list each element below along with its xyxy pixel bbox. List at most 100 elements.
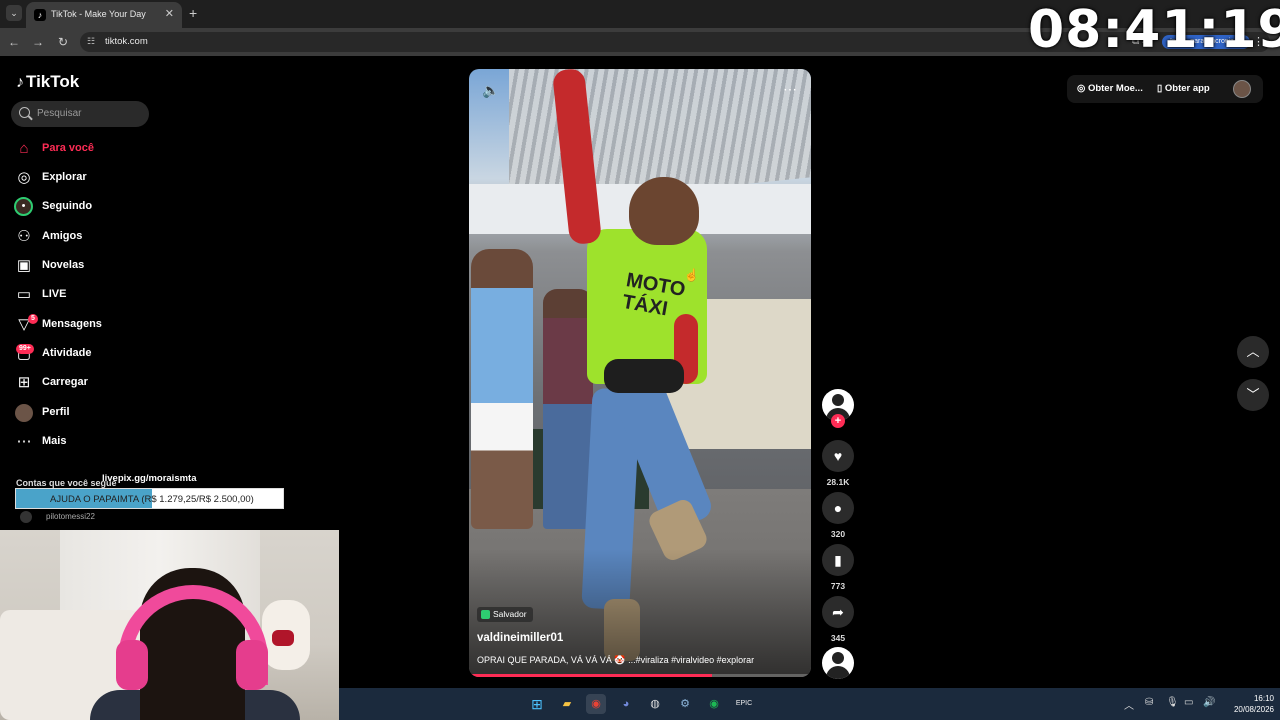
microphone-icon[interactable]: 🎙 [1166, 697, 1179, 708]
tray-chevron-up-icon[interactable]: ︿ [1124, 697, 1134, 712]
tiktok-logo[interactable]: ♪ TikTok [16, 72, 79, 92]
sidebar-item-mensagens[interactable]: ▽ 5 Mensagens [14, 314, 174, 336]
comment-button[interactable]: ● [822, 492, 854, 524]
previous-video-chevron-up-icon[interactable]: ︿ [1237, 336, 1269, 368]
novelas-icon: ▣ [16, 257, 32, 274]
like-button[interactable]: ♥ [822, 440, 854, 472]
video-more-icon[interactable]: ⋯ [783, 81, 798, 98]
save-button[interactable]: ▮ [822, 544, 854, 576]
sidebar-item-para-voce[interactable]: ⌂ Para você [14, 138, 174, 160]
sidebar-item-explorar[interactable]: ◎ Explorar [14, 167, 174, 189]
taskbar-time: 16:10 [1253, 694, 1274, 703]
live-icon: ▭ [16, 286, 32, 303]
sidebar-item-live[interactable]: ▭ LIVE [14, 284, 174, 306]
volume-icon[interactable]: 🔈 [482, 82, 499, 99]
speaker-icon[interactable]: 🔊 [1203, 697, 1215, 708]
video-caption: OPRAI QUE PARADA, VÁ VÁ VÁ 🤡 ...#viraliz… [477, 655, 755, 665]
sidebar-item-atividade[interactable]: ▢ 99+ Atividade [14, 343, 174, 365]
search-placeholder: Pesquisar [37, 108, 82, 119]
get-app-label: Obter app [1164, 83, 1210, 94]
profile-icon [15, 404, 33, 422]
followed-account-name: pilotomessi22 [46, 512, 95, 521]
search-input[interactable]: Pesquisar [11, 101, 149, 127]
location-pin-icon [481, 610, 490, 619]
forward-arrow-icon[interactable]: → [30, 34, 46, 50]
taskbar-date: 20/08/2026 [1233, 705, 1274, 714]
headphone-right-cup [236, 640, 268, 690]
browser-tab-tiktok[interactable]: ♪ TikTok - Make Your Day ✕ [26, 2, 182, 28]
tiktok-favicon-icon: ♪ [34, 9, 46, 21]
sidebar-item-carregar[interactable]: ⊞ Carregar [14, 372, 174, 394]
sidebar-item-label: Mensagens [42, 318, 102, 330]
sidebar-item-novelas[interactable]: ▣ Novelas [14, 255, 174, 277]
music-disc-avatar[interactable] [822, 647, 854, 679]
share-count: 345 [830, 633, 846, 643]
donation-goal-bar: AJUDA O PAPAIMTA (R$ 1.279,25/R$ 2.500,0… [15, 488, 284, 509]
video-dancer-head [629, 177, 699, 245]
new-tab-plus-icon[interactable]: + [189, 5, 197, 21]
home-icon: ⌂ [19, 140, 29, 157]
tiktok-note-icon: ♪ [16, 74, 24, 91]
video-progress-bar[interactable] [469, 674, 811, 677]
video-progress-fill [469, 674, 712, 677]
headphone-left-cup [116, 640, 148, 690]
phone-icon: ▯ [1157, 83, 1165, 94]
sidebar-item-mais[interactable]: ⋯ Mais [14, 431, 174, 453]
sidebar-item-label: Novelas [42, 259, 85, 271]
sidebar-item-label: Para você [42, 142, 94, 154]
next-video-chevron-down-icon[interactable]: ﹀ [1237, 379, 1269, 411]
logo-text: TikTok [26, 72, 80, 91]
compass-icon: ◎ [17, 169, 31, 186]
reload-icon[interactable]: ↻ [55, 34, 71, 50]
friends-icon: ⚇ [17, 228, 31, 245]
taskbar-clock[interactable]: 16:10 20/08/2026 [1226, 693, 1274, 715]
search-icon [19, 107, 30, 118]
follow-plus-icon[interactable]: + [831, 414, 845, 428]
coin-icon: ◎ [1077, 83, 1088, 94]
share-button[interactable]: ➦ [822, 596, 854, 628]
sidebar-item-label: Perfil [42, 406, 70, 418]
get-coins-button[interactable]: ◎ Obter Moe... [1077, 83, 1143, 94]
tab-title: TikTok - Make Your Day [51, 9, 146, 19]
network-icon[interactable]: ▭ [1184, 697, 1193, 708]
location-tag[interactable]: Salvador [477, 607, 533, 622]
like-count: 28.1K [826, 477, 850, 487]
hand-cursor-icon: ☝ [684, 268, 699, 282]
obs-icon[interactable]: ◍ [645, 694, 665, 714]
sidebar-item-amigos[interactable]: ⚇ Amigos [14, 226, 174, 248]
url-text[interactable]: tiktok.com [105, 36, 148, 47]
video-bystander-woman [543, 289, 593, 529]
sidebar-item-label: Amigos [42, 230, 83, 242]
tab-search-icon[interactable]: ⌄ [6, 5, 22, 21]
tray-app-icon[interactable]: ⛁ [1145, 697, 1153, 708]
heart-icon: ♥ [833, 448, 843, 464]
video-author-username[interactable]: valdineimiller01 [477, 632, 563, 644]
webcam-overlay [0, 530, 339, 720]
windows-start-icon[interactable]: ⊞ [527, 694, 547, 714]
back-arrow-icon[interactable]: ← [6, 34, 22, 50]
site-info-icon[interactable]: ☷ [87, 36, 95, 47]
spotify-icon[interactable]: ◉ [704, 694, 724, 714]
sidebar-item-label: Explorar [42, 171, 87, 183]
file-explorer-icon[interactable]: ▰ [557, 694, 577, 714]
top-right-actions: ◎ Obter Moe... ▯ Obter app [1067, 75, 1263, 103]
location-label: Salvador [493, 609, 527, 619]
sidebar-item-label: Seguindo [42, 200, 93, 212]
epic-games-icon[interactable]: EPIC [734, 694, 754, 714]
get-app-button[interactable]: ▯ Obter app [1157, 83, 1210, 94]
steam-icon[interactable]: ⚙ [675, 694, 695, 714]
save-count: 773 [830, 581, 846, 591]
more-icon: ⋯ [16, 433, 32, 450]
user-avatar[interactable] [1233, 80, 1251, 98]
tab-close-icon[interactable]: ✕ [165, 7, 174, 20]
get-coins-label: Obter Moe... [1087, 83, 1143, 94]
chrome-icon[interactable]: ◉ [586, 694, 606, 714]
windows-taskbar: ⊞ ▰ ◉ ◕ ◍ ⚙ ◉ EPIC ︿ ⛁ 🎙 ▭ 🔊 [339, 688, 1280, 720]
video-waist-bag [604, 359, 684, 393]
share-arrow-icon: ➦ [832, 604, 844, 620]
video-player[interactable]: MOTO TÁXI 🔈 ⋯ Salvador valdineimiller01 O… [469, 69, 811, 677]
sidebar-item-seguindo[interactable]: • Seguindo [14, 196, 174, 218]
sidebar-item-perfil[interactable]: Perfil [14, 402, 174, 424]
comment-count: 320 [830, 529, 846, 539]
discord-icon[interactable]: ◕ [616, 694, 636, 714]
